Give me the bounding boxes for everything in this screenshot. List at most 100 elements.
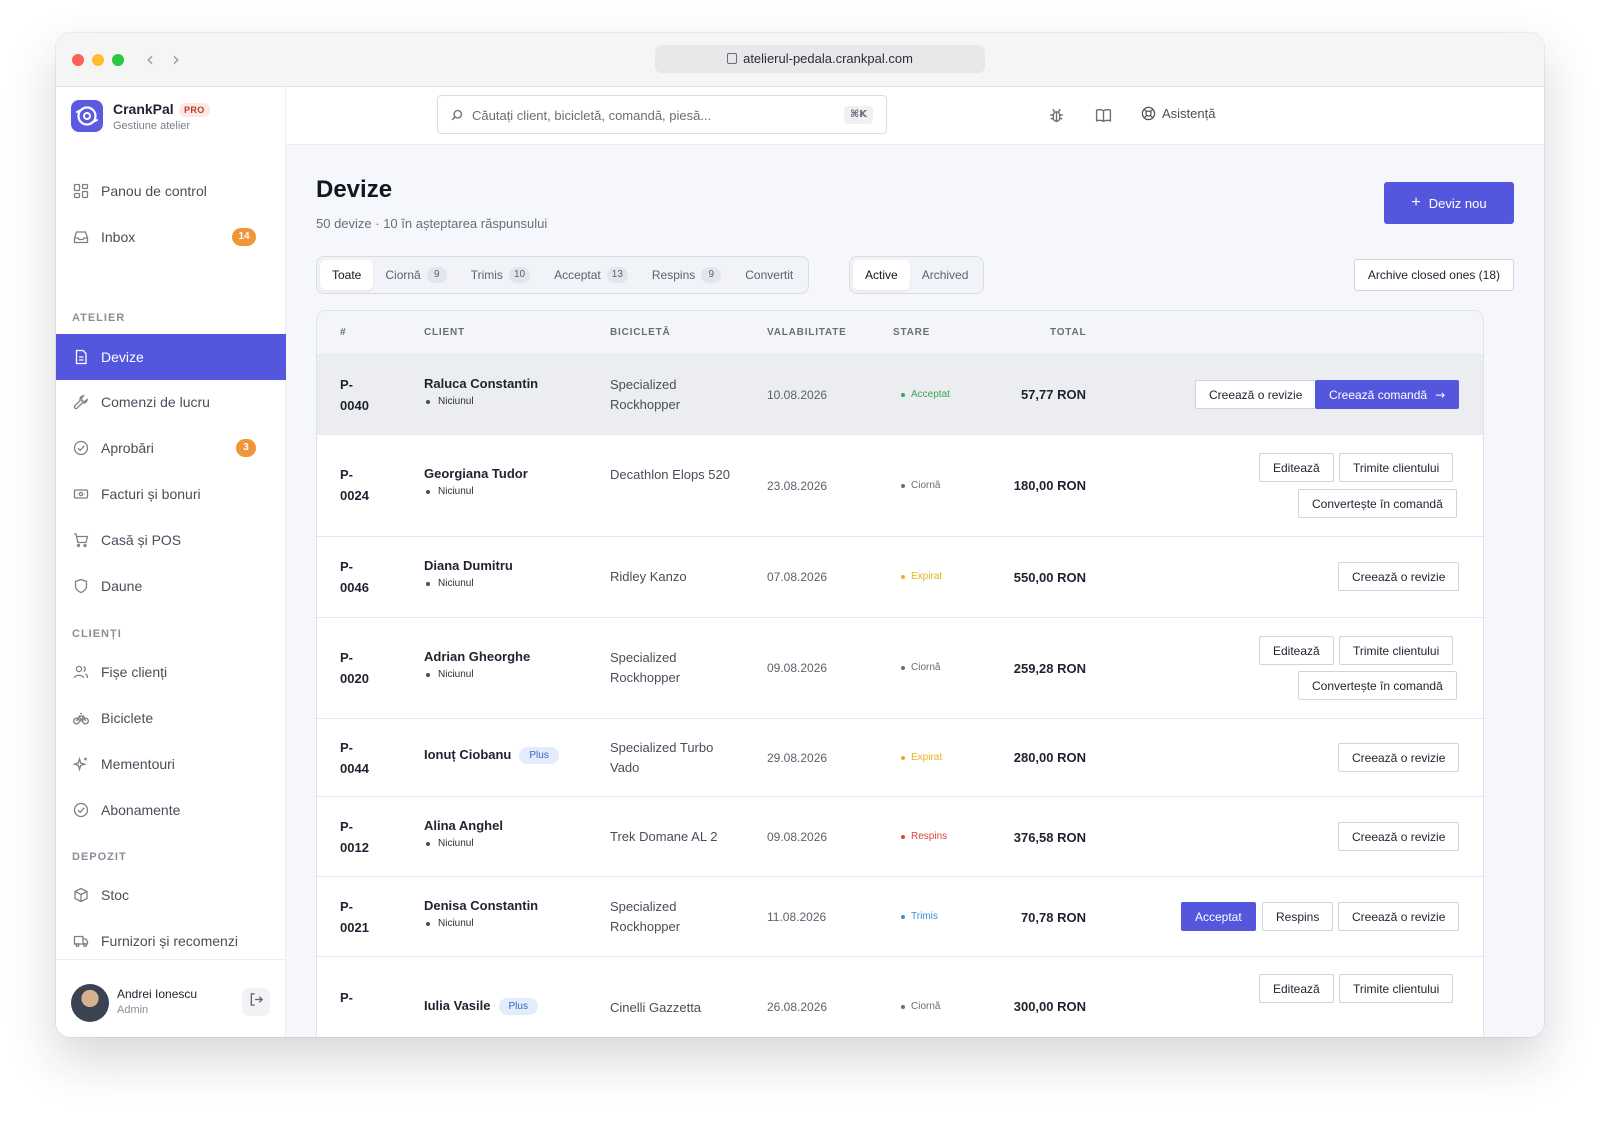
avatar[interactable] — [71, 984, 109, 1022]
close-window-button[interactable] — [72, 54, 84, 66]
client-name[interactable]: Georgiana Tudor — [424, 466, 528, 481]
sidebar-item-label: Stoc — [101, 887, 130, 903]
tab-label: Toate — [332, 268, 362, 282]
create-revision-button[interactable]: Creează o revizie — [1195, 380, 1317, 409]
client-name[interactable]: Adrian Gheorghe — [424, 649, 530, 664]
create-revision-button[interactable]: Creează o revizie — [1338, 822, 1460, 851]
create-revision-button[interactable]: Creează o revizie — [1338, 743, 1460, 772]
client-name[interactable]: Denisa Constantin — [424, 898, 538, 913]
sidebar-item-mementouri[interactable]: Mementouri — [56, 742, 286, 786]
quote-id[interactable]: P-0024 — [340, 464, 380, 506]
address-bar[interactable]: atelierul-pedala.crankpal.com — [655, 45, 985, 73]
quote-id[interactable]: P-0021 — [340, 896, 380, 938]
send-to-client-button[interactable]: Trimite clientului — [1339, 636, 1454, 665]
tab-trimis[interactable]: Trimis 10 — [459, 260, 542, 290]
validity-date: 23.08.2026 — [767, 479, 828, 493]
archive-closed-button[interactable]: Archive closed ones (18) — [1353, 259, 1514, 291]
table-row[interactable]: P-0024 Georgiana Tudor Niciunul Decathlo… — [317, 435, 1483, 537]
create-revision-button[interactable]: Creează o revizie — [1338, 562, 1460, 591]
tab-respins[interactable]: Respins 9 — [640, 260, 733, 290]
client-name[interactable]: Iulia Vasile Plus — [424, 998, 538, 1015]
table-row[interactable]: P-0044 Ionuț Ciobanu Plus Specialized Tur… — [317, 719, 1483, 797]
tab-ciorna[interactable]: Ciornă 9 — [373, 260, 458, 290]
column-header-validity: VALABILITATE — [767, 327, 847, 338]
tab-toate[interactable]: Toate — [320, 260, 374, 290]
create-revision-button[interactable]: Creează o revizie — [1338, 902, 1460, 931]
bike-name: Decathlon Elops 520 — [610, 467, 730, 482]
sidebar-item-casa-pos[interactable]: Casă și POS — [56, 518, 286, 562]
sidebar-item-comenzi[interactable]: Comenzi de lucru — [56, 380, 286, 424]
sidebar-item-label: Casă și POS — [101, 532, 182, 548]
new-quote-button[interactable]: + Deviz nou — [1384, 182, 1514, 224]
quote-id[interactable]: P-0044 — [340, 737, 380, 779]
back-arrow-icon[interactable]: ‹ — [146, 47, 154, 71]
sidebar-item-fise-clienti[interactable]: Fișe clienți — [56, 650, 286, 694]
table-row[interactable]: P-0040 Raluca Constantin Niciunul Specia… — [317, 355, 1483, 435]
edit-button[interactable]: Editează — [1259, 974, 1334, 1003]
search-input[interactable]: Căutați client, bicicletă, comandă, pies… — [437, 95, 887, 134]
column-header-bike: BICICLETĂ — [610, 327, 671, 338]
accept-button[interactable]: Acceptat — [1181, 902, 1256, 931]
client-tag: Niciunul — [424, 669, 530, 680]
dashboard-icon — [72, 182, 90, 200]
check-circle-icon — [72, 439, 90, 457]
sidebar-item-devize[interactable]: Devize — [56, 334, 286, 380]
client-cell: Raluca Constantin Niciunul — [424, 376, 538, 407]
bug-icon[interactable] — [1048, 107, 1065, 129]
sidebar-item-abonamente[interactable]: Abonamente — [56, 788, 286, 832]
validity-date: 26.08.2026 — [767, 1000, 828, 1014]
validity-date: 07.08.2026 — [767, 570, 828, 584]
aprobari-count-badge: 3 — [236, 439, 256, 457]
sidebar-item-dashboard[interactable]: Panou de control — [56, 169, 286, 213]
convert-to-order-button[interactable]: Convertește în comandă — [1298, 489, 1457, 518]
bicycle-icon — [72, 709, 90, 727]
pro-badge: PRO — [179, 103, 210, 117]
edit-button[interactable]: Editează — [1259, 636, 1334, 665]
quote-id[interactable]: P-0020 — [340, 647, 380, 689]
reject-button[interactable]: Respins — [1262, 902, 1334, 931]
table-row[interactable]: P-0046 Diana Dumitru Niciunul Ridley Kan… — [317, 537, 1483, 618]
client-cell: Denisa Constantin Niciunul — [424, 898, 538, 929]
table-row[interactable]: P-0021 Denisa Constantin Niciunul Specia… — [317, 877, 1483, 957]
create-order-button[interactable]: Creează comandă → — [1315, 380, 1460, 409]
tab-archived[interactable]: Archived — [910, 260, 981, 290]
tab-active[interactable]: Active — [853, 260, 910, 290]
convert-to-order-button[interactable]: Convertește în comandă — [1298, 671, 1457, 700]
quote-total: 259,28 RON — [1013, 661, 1086, 676]
client-name[interactable]: Ionuț Ciobanu Plus — [424, 747, 559, 764]
quote-id[interactable]: P-0012 — [340, 816, 380, 858]
send-to-client-button[interactable]: Trimite clientului — [1339, 974, 1454, 1003]
sidebar-item-biciclete[interactable]: Biciclete — [56, 696, 286, 740]
user-name: Andrei Ionescu — [117, 987, 198, 1001]
sidebar-item-facturi[interactable]: Facturi și bonuri — [56, 472, 286, 516]
maximize-window-button[interactable] — [112, 54, 124, 66]
sidebar-item-stoc[interactable]: Stoc — [56, 873, 286, 917]
quote-id[interactable]: P-0046 — [340, 556, 380, 598]
send-to-client-button[interactable]: Trimite clientului — [1339, 453, 1454, 482]
table-row[interactable]: P-0020 Adrian Gheorghe Niciunul Speciali… — [317, 618, 1483, 719]
forward-arrow-icon[interactable]: › — [172, 47, 180, 71]
client-name[interactable]: Diana Dumitru — [424, 558, 513, 573]
logout-button[interactable] — [242, 988, 270, 1016]
sidebar-item-daune[interactable]: Daune — [56, 564, 286, 608]
client-name[interactable]: Raluca Constantin — [424, 376, 538, 391]
column-header-status: STARE — [893, 327, 931, 338]
table-row[interactable]: P-0012 Alina Anghel Niciunul Trek Domane… — [317, 797, 1483, 877]
sidebar-item-aprobari[interactable]: Aprobări 3 — [56, 426, 286, 470]
book-icon[interactable] — [1095, 107, 1112, 129]
sidebar-item-inbox[interactable]: Inbox 14 — [56, 215, 286, 259]
table-row[interactable]: P- Iulia Vasile Plus Cinelli Gazzetta 26.… — [317, 957, 1483, 1037]
client-name[interactable]: Alina Anghel — [424, 818, 503, 833]
tab-acceptat[interactable]: Acceptat 13 — [542, 260, 640, 290]
help-link[interactable]: Asistență — [1141, 106, 1215, 121]
quote-id[interactable]: P- — [340, 987, 380, 1008]
quote-id[interactable]: P-0040 — [340, 374, 380, 416]
sidebar-item-furnizori[interactable]: Furnizori și recomenzi — [56, 919, 286, 963]
edit-button[interactable]: Editează — [1259, 453, 1334, 482]
minimize-window-button[interactable] — [92, 54, 104, 66]
client-cell: Georgiana Tudor Niciunul — [424, 466, 528, 497]
scope-filter-tabs: Active Archived — [849, 256, 985, 294]
sidebar-item-label: Comenzi de lucru — [101, 394, 210, 410]
sidebar-item-label: Furnizori și recomenzi — [101, 933, 238, 949]
tab-convertit[interactable]: Convertit — [733, 260, 805, 290]
